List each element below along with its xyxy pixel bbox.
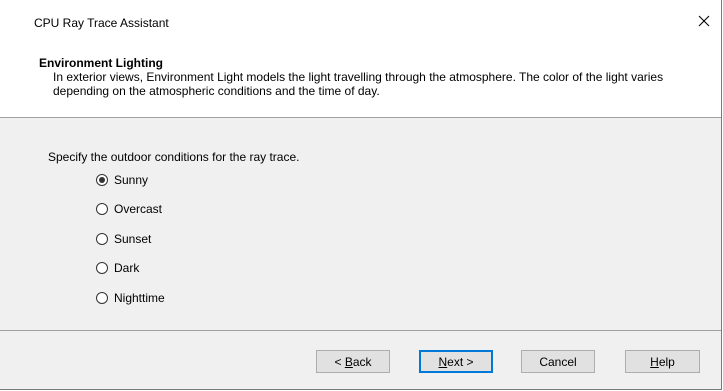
assistant-dialog: CPU Ray Trace Assistant Environment Ligh…	[0, 0, 722, 390]
radio-label[interactable]: Sunny	[114, 173, 148, 187]
help-button-rest: elp	[658, 354, 675, 369]
radio-label[interactable]: Sunset	[114, 232, 151, 246]
title-bar: CPU Ray Trace Assistant	[0, 0, 721, 44]
close-icon	[698, 15, 710, 27]
cancel-button[interactable]: Cancel	[521, 350, 595, 373]
next-button-rest: ext >	[447, 354, 474, 369]
help-button[interactable]: Help	[625, 350, 700, 373]
close-button[interactable]	[687, 6, 721, 36]
radio-button-icon[interactable]	[96, 203, 108, 215]
radio-label[interactable]: Dark	[114, 261, 139, 275]
conditions-prompt: Specify the outdoor conditions for the r…	[48, 150, 300, 164]
next-button-mnemonic: N	[438, 354, 448, 369]
cancel-button-label: Cancel	[539, 354, 577, 369]
page-title: Environment Lighting	[39, 56, 163, 70]
radio-label[interactable]: Overcast	[114, 202, 162, 216]
radio-sunset[interactable]: Sunset	[96, 231, 165, 246]
window-title: CPU Ray Trace Assistant	[34, 16, 169, 30]
radio-sunny[interactable]: Sunny	[96, 172, 165, 187]
radio-dark[interactable]: Dark	[96, 261, 165, 276]
conditions-radio-group: Sunny Overcast Sunset Dark Nighttime	[96, 172, 165, 320]
next-button[interactable]: Next >	[419, 350, 493, 373]
radio-button-icon[interactable]	[96, 232, 108, 245]
page-header: Environment Lighting In exterior views, …	[0, 44, 721, 117]
radio-nighttime[interactable]: Nighttime	[96, 290, 165, 305]
back-button-mnemonic: B	[344, 354, 353, 369]
radio-button-icon[interactable]	[96, 262, 108, 274]
radio-overcast[interactable]: Overcast	[96, 202, 165, 217]
back-button[interactable]: < Back	[316, 350, 390, 373]
radio-label[interactable]: Nighttime	[114, 291, 165, 305]
button-bar: < Back Next > Cancel Help	[0, 331, 721, 389]
help-button-mnemonic: H	[650, 354, 659, 369]
back-button-prefix: <	[334, 354, 345, 369]
content-panel: Specify the outdoor conditions for the r…	[0, 118, 721, 330]
radio-button-icon[interactable]	[96, 173, 108, 186]
back-button-rest: ack	[352, 354, 372, 369]
radio-button-icon[interactable]	[96, 291, 108, 304]
page-description: In exterior views, Environment Light mod…	[53, 70, 664, 98]
